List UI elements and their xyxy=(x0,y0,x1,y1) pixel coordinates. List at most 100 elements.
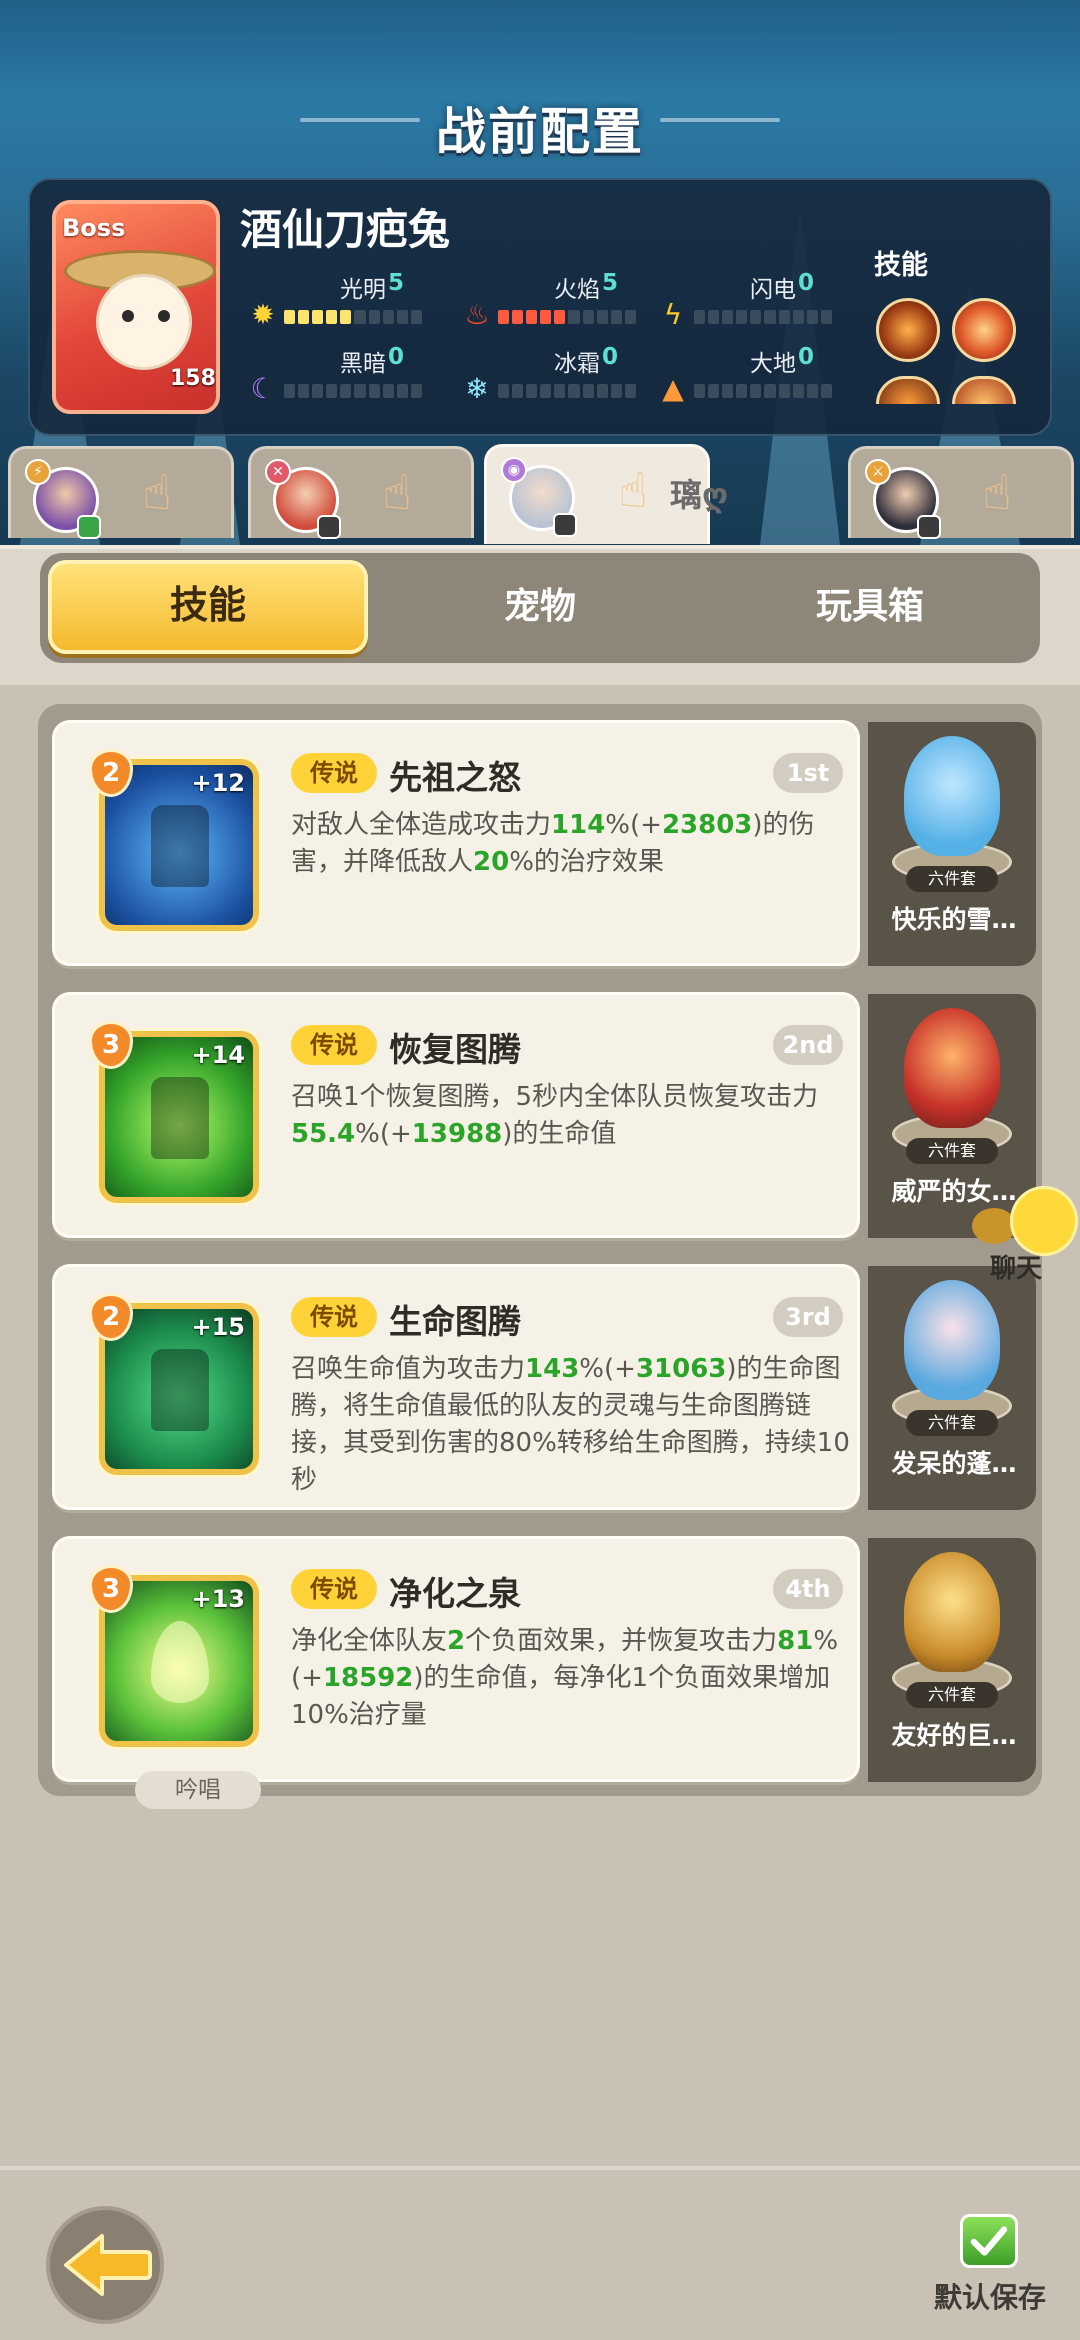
skill-row[interactable]: +14 3 传说 恢复图腾 2nd 召唤1个恢复图腾，5秒内全体队员恢复攻击力5… xyxy=(38,984,1042,1246)
stat-bar xyxy=(284,384,422,398)
desc-value: 143 xyxy=(525,1354,580,1384)
skill-description: 对敌人全体造成攻击力114%(+23803)的伤害，并降低敌人20%的治疗效果 xyxy=(291,807,851,881)
desc-value: 13988 xyxy=(411,1119,503,1149)
legend-badge: 传说 xyxy=(291,1569,377,1609)
tab-pets[interactable]: 宠物 xyxy=(400,560,680,654)
desc-text: %(+ xyxy=(605,810,662,840)
skill-name: 先祖之怒 xyxy=(389,758,521,797)
boss-name: 酒仙刀疤兔 xyxy=(240,205,451,254)
stat-value: 5 xyxy=(601,270,618,296)
tap-hand-icon: ☝ xyxy=(382,465,412,521)
stat-label: 大地 xyxy=(750,351,796,377)
desc-value: 81 xyxy=(777,1626,814,1656)
chat-status-icon xyxy=(553,513,577,537)
tap-hand-icon: ☝ xyxy=(982,465,1012,521)
chat-face-icon xyxy=(1010,1186,1078,1256)
skill-plus: +13 xyxy=(191,1585,245,1613)
element-mark-icon: ⚔ xyxy=(865,459,891,485)
checkmark-icon xyxy=(970,2226,1008,2256)
stat-value: 0 xyxy=(601,344,618,370)
pet-name: 友好的巨… xyxy=(891,1721,1017,1750)
skill-row[interactable]: +12 2 传说 先祖之怒 1st 对敌人全体造成攻击力114%(+23803)… xyxy=(38,712,1042,974)
chat-status-icon xyxy=(77,515,101,539)
chat-status-icon xyxy=(917,515,941,539)
stat-value: 0 xyxy=(387,344,404,370)
hero-tab-2[interactable]: ✕ ☝ xyxy=(248,446,474,539)
stat-label: 火焰 xyxy=(554,277,600,303)
boss-eye xyxy=(158,310,170,322)
desc-value: 55.4 xyxy=(291,1119,356,1149)
stat-lightning: 闪电 0 ϟ xyxy=(658,270,868,340)
hero-tab-1[interactable]: ⚡ ☝ xyxy=(8,446,234,539)
page-title: 战前配置 xyxy=(436,103,644,161)
skill-plus: +12 xyxy=(191,769,245,797)
desc-value: 20 xyxy=(473,847,510,877)
stat-light: 光明 5 ✹ xyxy=(248,270,458,340)
stat-earth: 大地 0 ▲ xyxy=(658,344,868,414)
desc-text: %的治疗效果 xyxy=(509,847,664,877)
pet-name: 快乐的雪… xyxy=(891,905,1017,934)
chat-status-icon xyxy=(317,515,341,539)
pet-image xyxy=(904,1280,1000,1400)
boss-eye xyxy=(122,310,134,322)
default-save-checkbox[interactable] xyxy=(960,2214,1018,2268)
stat-label: 黑暗 xyxy=(340,351,386,377)
stat-bar xyxy=(498,310,636,324)
element-mark-icon: ⚡ xyxy=(25,459,51,485)
pet-image xyxy=(904,1008,1000,1128)
skill-row[interactable]: +15 2 传说 生命图腾 3rd 召唤生命值为攻击力143%(+31063)的… xyxy=(38,1256,1042,1518)
desc-text: )的生命值 xyxy=(502,1119,617,1149)
skill-card[interactable]: +15 2 传说 生命图腾 3rd 召唤生命值为攻击力143%(+31063)的… xyxy=(52,1264,860,1510)
desc-text: 对敌人全体造成攻击力 xyxy=(291,810,552,840)
skill-name: 恢复图腾 xyxy=(389,1030,521,1069)
skill-figure xyxy=(151,1349,209,1431)
stat-frost: 冰霜 0 ❄ xyxy=(462,344,672,414)
desc-text: 个负面效果，并恢复攻击力 xyxy=(465,1626,778,1656)
pet-slot[interactable]: 六件套 发呆的蓬… xyxy=(868,1266,1036,1510)
default-save-label: 默认保存 xyxy=(934,2281,1047,2314)
skill-figure xyxy=(151,1077,209,1159)
desc-text: 召唤生命值为攻击力 xyxy=(291,1354,526,1384)
fire-icon: ♨ xyxy=(464,298,490,331)
skill-card[interactable]: +12 2 传说 先祖之怒 1st 对敌人全体造成攻击力114%(+23803)… xyxy=(52,720,860,966)
boss-skill-icon[interactable] xyxy=(952,298,1016,362)
stat-bar xyxy=(498,384,636,398)
lightning-icon: ϟ xyxy=(663,298,683,331)
boss-skills-label: 技能 xyxy=(874,250,928,281)
stat-value: 5 xyxy=(387,270,404,296)
skill-rank: 1st xyxy=(773,753,843,793)
desc-value: 2 xyxy=(447,1626,466,1656)
skill-rank: 2nd xyxy=(773,1025,843,1065)
legend-badge: 传说 xyxy=(291,1025,377,1065)
boss-level: 158 xyxy=(170,366,216,391)
tab-skills[interactable]: 技能 xyxy=(48,560,368,654)
sun-icon: ✹ xyxy=(251,298,275,331)
hero-tab-4[interactable]: ⚔ ☝ xyxy=(848,446,1074,539)
desc-text: 净化全体队友 xyxy=(291,1626,448,1656)
skill-card[interactable]: +14 3 传说 恢复图腾 2nd 召唤1个恢复图腾，5秒内全体队员恢复攻击力5… xyxy=(52,992,860,1238)
skill-row[interactable]: +13 3 传说 净化之泉 4th 净化全体队友2个负面效果，并恢复攻击力81%… xyxy=(38,1528,1042,1809)
stat-dark: 黑暗 0 ☾ xyxy=(248,344,458,414)
pet-slot[interactable]: 六件套 友好的巨… xyxy=(868,1538,1036,1782)
skill-list: +12 2 传说 先祖之怒 1st 对敌人全体造成攻击力114%(+23803)… xyxy=(38,704,1042,1809)
legend-badge: 传说 xyxy=(291,1297,377,1337)
skill-name: 生命图腾 xyxy=(389,1302,521,1341)
stat-bar xyxy=(284,310,422,324)
desc-text: %(+ xyxy=(579,1354,636,1384)
desc-value: 114 xyxy=(551,810,606,840)
desc-value: 23803 xyxy=(661,810,753,840)
back-arrow-icon xyxy=(64,2234,152,2296)
pet-set-badge: 六件套 xyxy=(906,1138,998,1164)
tap-hand-icon: ☝ xyxy=(618,463,648,519)
skill-plus: +15 xyxy=(191,1313,245,1341)
tab-toybox[interactable]: 玩具箱 xyxy=(730,560,1010,654)
stat-value: 0 xyxy=(797,344,814,370)
skill-rank: 3rd xyxy=(773,1297,843,1337)
pet-slot[interactable]: 六件套 快乐的雪… xyxy=(868,722,1036,966)
skill-card[interactable]: +13 3 传说 净化之泉 4th 净化全体队友2个负面效果，并恢复攻击力81%… xyxy=(52,1536,860,1809)
skill-name: 净化之泉 xyxy=(389,1574,521,1613)
boss-skill-icon[interactable] xyxy=(876,298,940,362)
pet-set-badge: 六件套 xyxy=(906,1682,998,1708)
pet-name: 发呆的蓬… xyxy=(891,1449,1017,1478)
moon-icon: ☾ xyxy=(250,372,276,405)
